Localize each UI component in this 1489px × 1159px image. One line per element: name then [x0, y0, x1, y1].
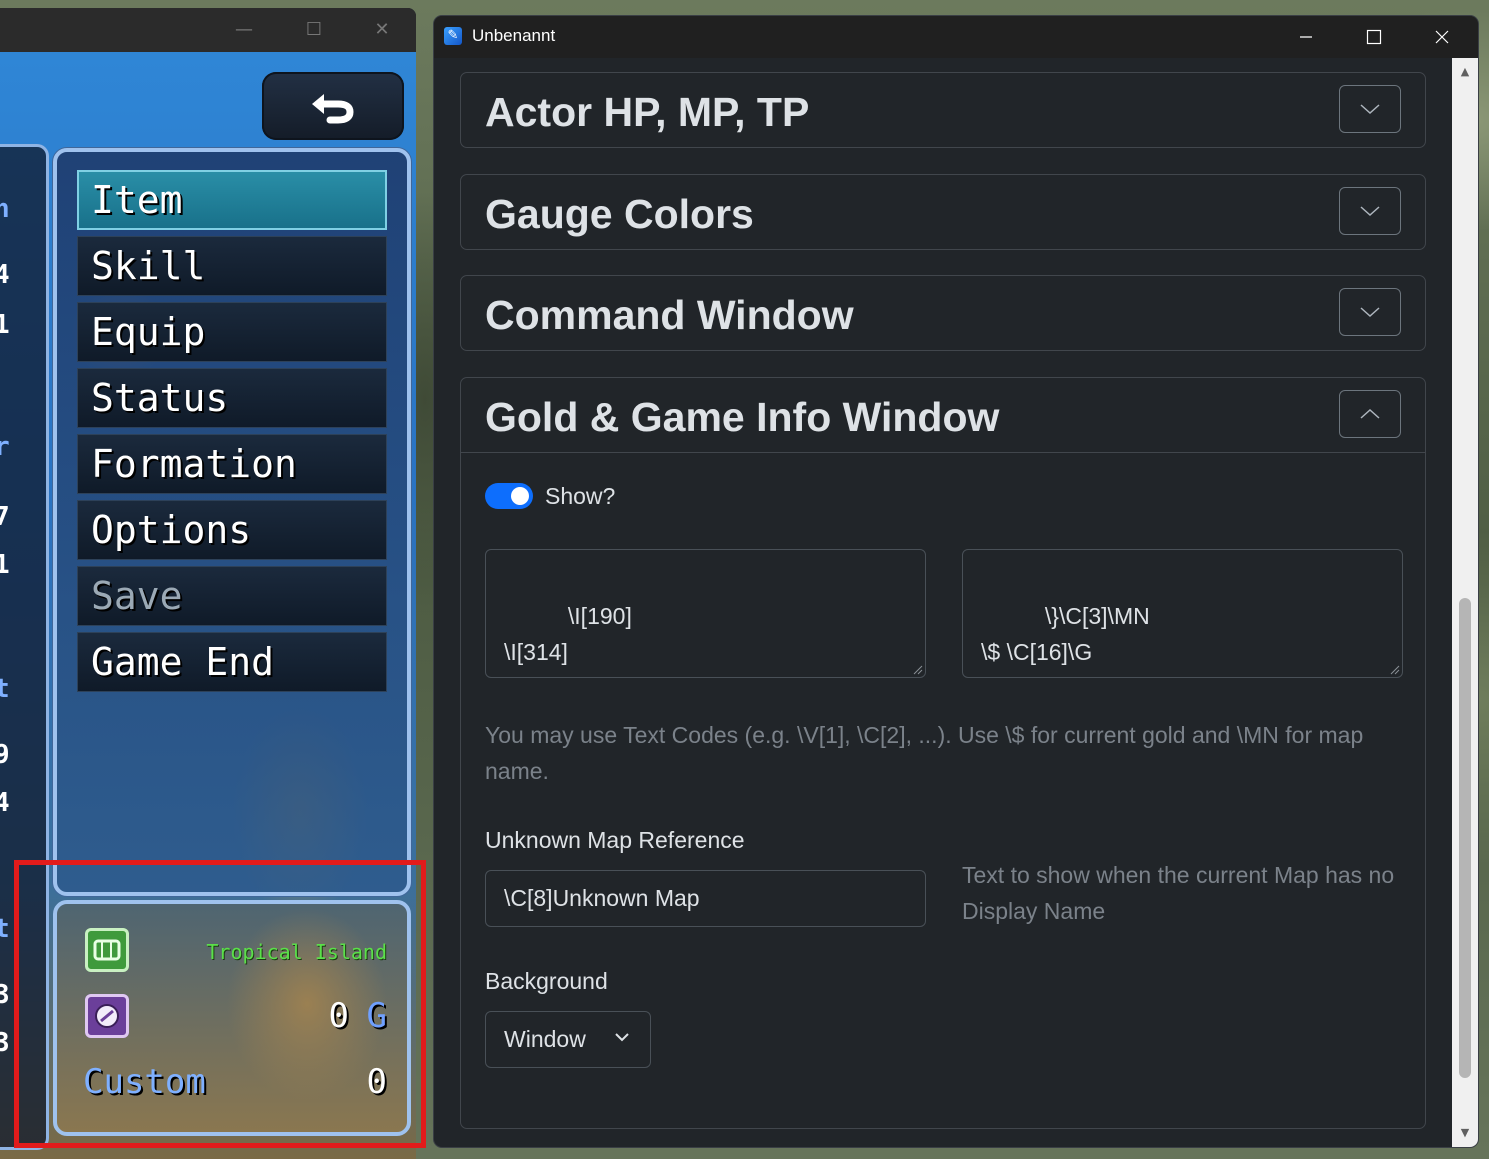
accordion-actor-hp-mp-tp: Actor HP, MP, TP: [460, 72, 1426, 148]
menu-item-status[interactable]: Status: [77, 368, 387, 428]
command-menu: Item Skill Equip Status Formation Option…: [53, 148, 411, 896]
minimize-icon: [1300, 36, 1312, 38]
gold-info-window: Tropical Island 0 G Custom 0: [53, 900, 411, 1136]
status-mark: r: [0, 432, 10, 462]
chevron-down-icon: [1360, 206, 1380, 217]
editor-titlebar: ✎ Unbenannt: [434, 16, 1478, 58]
chevron-down-icon: [1360, 307, 1380, 318]
background-select-value: Window: [504, 1026, 586, 1052]
expand-button[interactable]: [1339, 85, 1401, 133]
editor-window: ✎ Unbenannt Actor HP, MP, TP Gauge Color…: [434, 16, 1478, 1147]
accordion-header[interactable]: Actor HP, MP, TP: [461, 73, 1425, 147]
status-mark: 1: [0, 550, 10, 580]
gold-coin-icon: [85, 994, 129, 1038]
status-mark: 4: [0, 788, 10, 818]
game-scene: n 4 1 r 7 1 t 9 4 t 3 3 Item Skill Equip…: [0, 52, 416, 1159]
background-label: Background: [485, 968, 608, 994]
menu-item-label: Status: [91, 376, 229, 420]
show-toggle-label: Show?: [545, 483, 616, 509]
expand-button[interactable]: [1339, 187, 1401, 235]
custom-value: 0: [366, 1062, 387, 1102]
unknown-map-help: Text to show when the current Map has no…: [962, 862, 1395, 924]
close-icon: [1435, 30, 1449, 44]
left-text-textarea[interactable]: \I[190] \I[314] \C[16]Custom: [485, 549, 926, 678]
accordion-header[interactable]: Command Window: [461, 276, 1425, 350]
right-text-value: \}\C[3]\MN \$ \C[16]\G \V[1]: [981, 603, 1150, 677]
resize-grip-icon[interactable]: [1388, 663, 1400, 675]
menu-item-label: Skill: [91, 244, 206, 288]
resize-grip-icon[interactable]: [911, 663, 923, 675]
menu-item-label: Equip: [91, 310, 206, 354]
maximize-button[interactable]: ☐: [302, 18, 326, 42]
menu-item-label: Item: [91, 178, 183, 222]
gold-unit: G: [366, 996, 387, 1036]
expand-button[interactable]: [1339, 288, 1401, 336]
maximize-icon: [1366, 29, 1382, 45]
status-mark: n: [0, 194, 10, 224]
status-mark: 3: [0, 1028, 10, 1058]
right-text-textarea[interactable]: \}\C[3]\MN \$ \C[16]\G \V[1]: [962, 549, 1403, 678]
status-mark: 4: [0, 260, 10, 290]
scroll-thumb[interactable]: [1459, 598, 1471, 1078]
menu-item-options[interactable]: Options: [77, 500, 387, 560]
chevron-down-icon: [1360, 104, 1380, 115]
status-mark: 3: [0, 980, 10, 1010]
status-mark: 1: [0, 310, 10, 340]
status-mark: t: [0, 914, 10, 944]
minimize-button[interactable]: —: [232, 18, 256, 42]
menu-item-label: Save: [91, 574, 183, 618]
status-mark: t: [0, 674, 10, 704]
maximize-button[interactable]: [1342, 16, 1406, 58]
show-toggle[interactable]: [485, 483, 533, 509]
editor-content: Actor HP, MP, TP Gauge Colors Command Wi…: [434, 58, 1452, 1147]
accordion-title: Gauge Colors: [485, 191, 754, 237]
accordion-title: Actor HP, MP, TP: [485, 89, 810, 135]
menu-item-equip[interactable]: Equip: [77, 302, 387, 362]
scroll-up-arrow-icon[interactable]: ▲: [1452, 62, 1478, 82]
accordion-header[interactable]: Gold & Game Info Window: [461, 378, 1425, 452]
background-select[interactable]: Window: [485, 1011, 651, 1068]
app-icon: ✎: [444, 27, 462, 45]
status-window-edge: n 4 1 r 7 1 t 9 4 t 3 3: [0, 144, 49, 1150]
custom-label: Custom: [83, 1062, 206, 1102]
unknown-map-input[interactable]: \C[8]Unknown Map: [485, 870, 926, 927]
accordion-title: Gold & Game Info Window: [485, 394, 1000, 440]
status-mark: 9: [0, 740, 10, 770]
back-button[interactable]: [262, 72, 404, 140]
chevron-down-icon: [615, 1033, 629, 1042]
menu-item-item[interactable]: Item: [77, 170, 387, 230]
menu-item-label: Formation: [91, 442, 297, 486]
accordion-title: Command Window: [485, 292, 854, 338]
menu-item-formation[interactable]: Formation: [77, 434, 387, 494]
window-title: Unbenannt: [472, 26, 556, 45]
minimize-button[interactable]: [1274, 16, 1338, 58]
menu-item-skill[interactable]: Skill: [77, 236, 387, 296]
unknown-map-label: Unknown Map Reference: [485, 827, 745, 853]
collapse-button[interactable]: [1339, 390, 1401, 438]
map-icon: [85, 928, 129, 972]
game-window: — ☐ ✕ n 4 1 r 7 1 t 9 4 t 3 3 Item Skill…: [0, 8, 416, 1159]
close-button[interactable]: [1410, 16, 1474, 58]
menu-item-label: Options: [91, 508, 252, 552]
game-titlebar: — ☐ ✕: [0, 8, 416, 52]
status-mark: 7: [0, 502, 10, 532]
accordion-body: Show? \I[190] \I[314] \C[16]Custom \}\C[…: [461, 452, 1425, 1068]
undo-arrow-icon: [312, 94, 354, 124]
menu-item-save[interactable]: Save: [77, 566, 387, 626]
chevron-up-icon: [1360, 408, 1380, 419]
accordion-command-window: Command Window: [460, 275, 1426, 351]
vertical-scrollbar[interactable]: ▲ ▼: [1452, 58, 1478, 1147]
gold-value: 0: [328, 996, 349, 1036]
accordion-header[interactable]: Gauge Colors: [461, 175, 1425, 249]
close-button[interactable]: ✕: [370, 18, 394, 42]
text-codes-help: You may use Text Codes (e.g. \V[1], \C[2…: [485, 722, 1364, 784]
menu-item-label: Game End: [91, 640, 275, 684]
accordion-gauge-colors: Gauge Colors: [460, 174, 1426, 250]
map-name: Tropical Island: [206, 940, 387, 964]
left-text-value: \I[190] \I[314] \C[16]Custom: [504, 603, 645, 677]
accordion-gold-game-info: Gold & Game Info Window Show? \I[190] \I…: [460, 377, 1426, 1129]
menu-item-game-end[interactable]: Game End: [77, 632, 387, 692]
scroll-down-arrow-icon[interactable]: ▼: [1452, 1123, 1478, 1143]
